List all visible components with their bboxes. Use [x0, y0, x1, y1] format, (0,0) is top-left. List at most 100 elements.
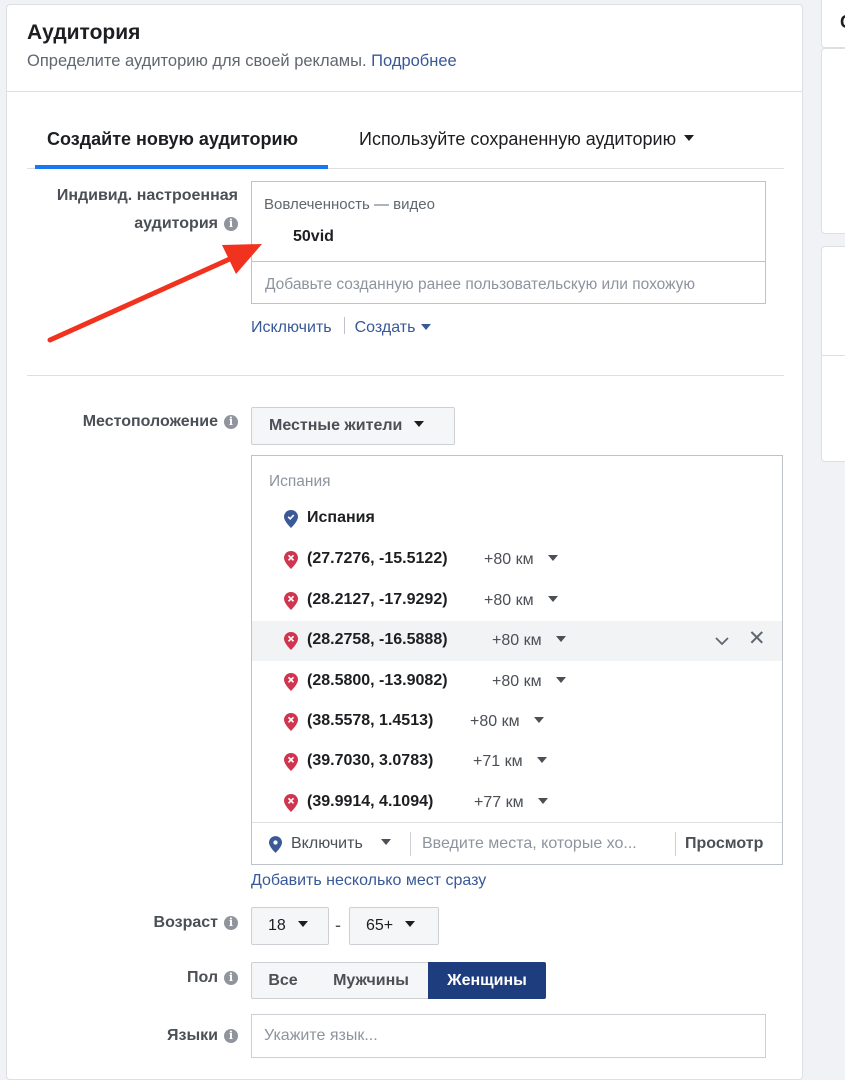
chevron-down-icon — [684, 135, 695, 142]
right-card-divider — [822, 355, 845, 356]
location-item[interactable]: (38.5578, 1.4513) +80 км — [252, 702, 782, 742]
custom-audience-box: Вовлеченность — видео 50vid Добавьте соз… — [251, 181, 766, 304]
location-item-country[interactable]: Испания — [252, 499, 782, 539]
include-label: Включить — [291, 835, 363, 852]
location-item[interactable]: (39.9914, 4.1094) +77 км — [252, 783, 782, 823]
location-input-bar: Включить Введите места, которые хо... Пр… — [252, 822, 782, 866]
close-icon[interactable]: ✕ — [748, 626, 766, 651]
location-type-dropdown[interactable]: Местные жители — [251, 407, 455, 445]
age-max-value: 65+ — [366, 917, 394, 934]
red-location-pin-x-icon — [284, 632, 298, 650]
location-type-label: Местные жители — [269, 417, 403, 434]
location-item[interactable]: (39.7030, 3.0783) +71 км — [252, 742, 782, 782]
chevron-down-icon — [380, 838, 391, 845]
location-label: Местоположение — [82, 413, 218, 430]
preview-button[interactable]: Просмотр — [685, 835, 763, 853]
custom-audience-label: Индивид. настроенная аудитория i — [41, 187, 238, 233]
red-location-pin-x-icon — [284, 551, 298, 569]
languages-label: Языки — [167, 1027, 218, 1044]
red-location-pin-x-icon — [284, 794, 298, 812]
radius-value: +80 км — [484, 592, 534, 609]
location-item[interactable]: (27.7276, -15.5122) +80 км — [252, 540, 782, 580]
gender-option-all[interactable]: Все — [251, 962, 315, 999]
chevron-down-icon — [405, 920, 416, 927]
info-icon[interactable]: i — [224, 971, 238, 985]
right-card-estimate — [821, 246, 845, 462]
info-icon[interactable]: i — [224, 415, 238, 429]
custom-audience-label-line2-row: аудитория i — [41, 215, 238, 233]
custom-audience-divider — [252, 261, 765, 262]
languages-label-row: Языки i — [41, 1027, 238, 1045]
location-coords: (27.7276, -15.5122) — [307, 550, 448, 567]
red-location-pin-x-icon — [284, 592, 298, 610]
radius-value: +80 км — [470, 713, 520, 730]
location-search-input[interactable]: Введите места, которые хо... — [422, 835, 637, 853]
create-dropdown[interactable]: Создать — [355, 319, 432, 336]
input-divider — [410, 832, 411, 856]
section-divider — [27, 375, 784, 376]
red-location-pin-x-icon — [284, 713, 298, 731]
location-item-hovered[interactable]: (28.2758, -16.5888) +80 км ✕ — [252, 621, 782, 661]
radius-dropdown[interactable]: +71 км — [473, 753, 547, 771]
info-icon[interactable]: i — [224, 1029, 238, 1043]
age-label: Возраст — [153, 914, 218, 931]
chevron-down-icon — [555, 676, 566, 683]
radius-value: +80 км — [492, 673, 542, 690]
custom-audience-item[interactable]: 50vid — [293, 228, 334, 246]
chevron-down-icon — [547, 554, 558, 561]
radius-dropdown[interactable]: +80 км — [492, 632, 566, 650]
gender-option-women[interactable]: Женщины — [428, 962, 546, 999]
link-divider — [343, 317, 345, 334]
age-min-dropdown[interactable]: 18 — [251, 907, 329, 945]
radius-dropdown[interactable]: +80 км — [470, 713, 544, 731]
tab-new-audience[interactable]: Создайте новую аудиторию — [47, 129, 298, 150]
age-label-row: Возраст i — [41, 914, 238, 932]
right-card-top: С — [821, 0, 845, 48]
blue-location-pin-icon — [269, 836, 282, 853]
location-coords: (28.2758, -16.5888) — [307, 631, 448, 648]
age-min-value: 18 — [268, 917, 286, 934]
info-icon[interactable]: i — [224, 217, 238, 231]
blue-location-pin-icon — [284, 510, 298, 528]
gender-label: Пол — [186, 969, 218, 986]
age-max-dropdown[interactable]: 65+ — [349, 907, 439, 945]
create-link: Создать — [354, 319, 416, 336]
radius-dropdown[interactable]: +77 км — [474, 794, 548, 812]
radius-value: +77 км — [474, 794, 524, 811]
radius-value: +80 км — [484, 551, 534, 568]
radius-dropdown[interactable]: +80 км — [484, 592, 558, 610]
location-coords: (28.2127, -17.9292) — [307, 591, 448, 608]
include-dropdown[interactable]: Включить — [291, 835, 391, 853]
custom-audience-label-line1: Индивид. настроенная — [56, 187, 238, 204]
page-subtitle: Определите аудиторию для своей рекламы. … — [27, 52, 457, 71]
radius-value: +80 км — [492, 632, 542, 649]
language-input[interactable]: Укажите язык... — [251, 1014, 766, 1058]
right-card-summary — [821, 48, 845, 234]
panel-header: Аудитория Определите аудиторию для своей… — [7, 5, 802, 92]
tab-saved-audience[interactable]: Используйте сохраненную аудиторию — [359, 129, 695, 150]
chevron-down-icon — [297, 920, 308, 927]
custom-audience-actions: Исключить Создать — [251, 317, 432, 337]
custom-audience-input[interactable]: Добавьте созданную ранее пользовательску… — [265, 276, 695, 294]
custom-audience-category: Вовлеченность — видео — [264, 196, 435, 213]
location-item[interactable]: (28.2127, -17.9292) +80 км — [252, 581, 782, 621]
red-location-pin-x-icon — [284, 753, 298, 771]
chevron-down-icon[interactable] — [714, 633, 730, 649]
location-name: Испания — [307, 509, 375, 526]
location-item[interactable]: (28.5800, -13.9082) +80 км — [252, 662, 782, 702]
exclude-link[interactable]: Исключить — [251, 319, 332, 336]
location-coords: (28.5800, -13.9082) — [307, 672, 448, 689]
right-card-glyph: С — [840, 12, 845, 33]
radius-dropdown[interactable]: +80 км — [492, 673, 566, 691]
more-link[interactable]: Подробнее — [371, 52, 457, 70]
tab-saved-label: Используйте сохраненную аудиторию — [359, 129, 677, 149]
gender-option-men[interactable]: Мужчины — [314, 962, 429, 999]
bulk-add-locations-link[interactable]: Добавить несколько мест сразу — [251, 872, 486, 890]
chevron-down-icon — [536, 756, 547, 763]
info-icon[interactable]: i — [224, 916, 238, 930]
radius-dropdown[interactable]: +80 км — [484, 551, 558, 569]
chevron-down-icon — [414, 420, 425, 427]
gender-label-row: Пол i — [41, 969, 238, 987]
red-location-pin-x-icon — [284, 673, 298, 691]
location-group-header: Испания — [269, 473, 331, 490]
